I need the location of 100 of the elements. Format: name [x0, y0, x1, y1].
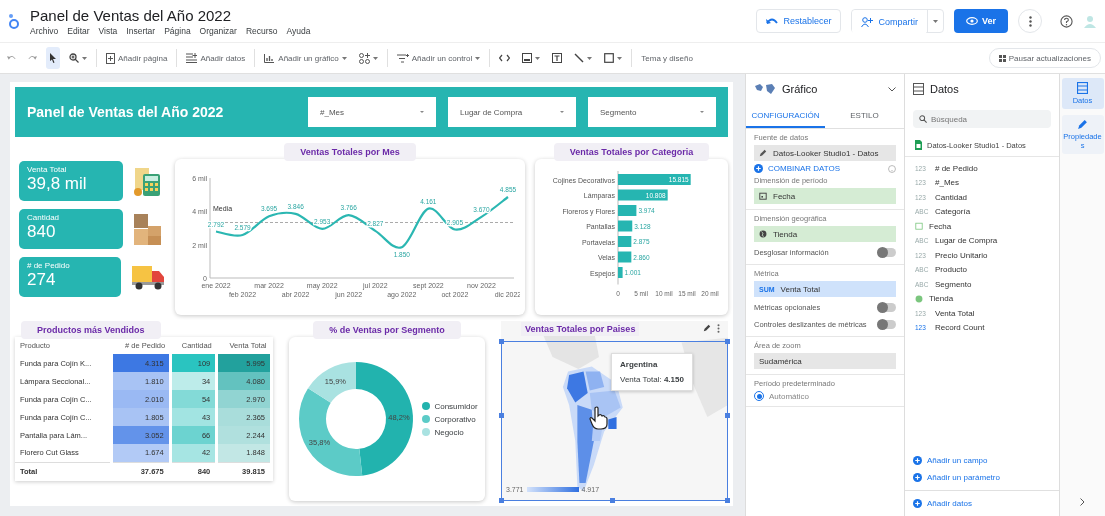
menu-item[interactable]: Ayuda: [286, 25, 311, 36]
data-source-chip[interactable]: Datos-Looker Studio1 - Datos: [754, 145, 896, 161]
menu-item[interactable]: Organizar: [199, 25, 237, 36]
menu-item[interactable]: Página: [164, 25, 191, 36]
panel-title: Gráfico: [782, 83, 819, 95]
add-data-icon: [186, 53, 198, 63]
search-field[interactable]: Búsqueda: [913, 110, 1051, 128]
resize-handle[interactable]: [725, 413, 730, 419]
pause-icon: [998, 54, 1006, 62]
map-chart-icon: [754, 83, 776, 95]
add-circle-icon: [913, 456, 922, 465]
add-data-button[interactable]: Añadir datos: [183, 47, 249, 69]
bar: [617, 251, 631, 263]
legend-dot: [422, 402, 431, 410]
table-title: Productos más Vendidos: [21, 321, 161, 339]
add-person-icon: [861, 17, 874, 27]
add-control-button[interactable]: Añadir un control: [393, 47, 484, 69]
field-item[interactable]: Lugar de Compra: [935, 233, 998, 248]
globe-icon: [915, 294, 923, 303]
bar: [617, 267, 623, 278]
undo-icon: [766, 17, 779, 25]
legend-label: Negocio: [434, 427, 464, 437]
add-data-link[interactable]: Añadir datos: [927, 499, 972, 508]
report-title[interactable]: Panel de Ventas del Año 2022: [30, 6, 747, 24]
menu-item[interactable]: Recurso: [245, 25, 278, 36]
resize-handle[interactable]: [499, 413, 504, 419]
add-circle-icon: [754, 164, 763, 173]
resize-handle[interactable]: [610, 498, 615, 503]
kpi-label: Venta Total: [27, 165, 68, 174]
field-item[interactable]: # de Pedido: [935, 161, 978, 176]
chip-label: Tienda: [773, 229, 798, 239]
legend-label: Consumidor: [434, 401, 478, 411]
filter-dropdown[interactable]: #_Mes: [308, 97, 436, 127]
caret-icon: [341, 56, 347, 60]
more-icon: [717, 324, 720, 333]
field-item[interactable]: Segmento: [935, 277, 972, 292]
grid-plus-icon: [358, 52, 370, 64]
filter-dropdown[interactable]: Lugar de Compra: [448, 97, 576, 127]
collapse-button[interactable]: [1080, 498, 1085, 506]
field-item[interactable]: Record Count: [935, 320, 985, 335]
resize-handle[interactable]: [499, 339, 504, 344]
menu-item[interactable]: Insertar: [126, 25, 156, 36]
date-dimension-chip[interactable]: Fecha: [754, 188, 896, 204]
toggle-switch[interactable]: [878, 302, 896, 312]
field-item[interactable]: Cantidad: [935, 190, 968, 205]
reset-button[interactable]: Restablecer: [756, 9, 842, 33]
add-page-icon: [106, 52, 115, 64]
search-icon: [919, 115, 927, 123]
field-item[interactable]: Categoría: [935, 204, 971, 219]
calendar-icon: [759, 192, 767, 200]
chart-title: Ventas Totales por Paises: [521, 322, 640, 336]
kpi-label: # de Pedido: [27, 261, 71, 270]
share-button[interactable]: Compartir: [852, 10, 927, 34]
more-icon: [1028, 15, 1032, 27]
zoom-area-field[interactable]: Sudamérica: [754, 353, 896, 369]
add-link[interactable]: Añadir un campo: [927, 456, 988, 465]
boxes-icon: [133, 212, 163, 246]
help-button[interactable]: [1060, 14, 1073, 28]
resize-handle[interactable]: [499, 498, 504, 503]
geo-dimension-chip[interactable]: Tienda: [754, 226, 896, 242]
banner-title: Panel de Ventas del Año 2022: [27, 104, 225, 120]
field-item[interactable]: Venta Total: [935, 306, 975, 321]
zoom-icon: [69, 53, 79, 63]
select-tool-button[interactable]: [46, 47, 60, 69]
pencil-icon: [703, 324, 711, 332]
panel-tab[interactable]: ESTILO: [825, 104, 904, 128]
add-circle-icon: [913, 499, 922, 508]
legend-dot: [422, 428, 431, 436]
field-item[interactable]: Producto: [935, 262, 968, 277]
code-icon: [499, 54, 511, 62]
add-page-button[interactable]: Añadir página: [103, 47, 171, 69]
caret-icon: [700, 111, 704, 113]
toggle-switch[interactable]: [878, 247, 896, 257]
field-item[interactable]: Fecha: [929, 219, 952, 234]
menu-item[interactable]: Editar: [67, 25, 90, 36]
add-chart-button[interactable]: Añadir un gráfico: [261, 47, 350, 69]
menu-item[interactable]: Archivo: [30, 25, 59, 36]
view-button[interactable]: Ver: [954, 9, 1008, 33]
add-circle-icon: [913, 473, 922, 482]
filter-dropdown[interactable]: Segmento: [588, 97, 716, 127]
add-link[interactable]: Añadir un parámetro: [927, 473, 1000, 482]
caret-icon: [617, 56, 623, 60]
menu-item[interactable]: Vista: [98, 25, 118, 36]
resize-handle[interactable]: [725, 339, 730, 344]
field-item[interactable]: Tienda: [929, 291, 954, 306]
radio-label: Automático: [769, 391, 810, 401]
caret-icon: [420, 111, 424, 113]
resize-handle[interactable]: [725, 498, 730, 503]
field-item[interactable]: Precio Unitario: [935, 248, 988, 263]
field-item[interactable]: #_Mes: [935, 175, 959, 190]
panel-tab[interactable]: CONFIGURACIÓN: [746, 104, 825, 128]
blend-data-link[interactable]: COMBINAR DATOS: [768, 164, 841, 173]
add-chart-icon: [264, 53, 276, 63]
kpi-value: 274: [27, 270, 57, 290]
toggle-switch[interactable]: [878, 319, 896, 329]
undo-icon: [7, 54, 16, 62]
sheet-icon: [915, 140, 922, 150]
app-logo-icon: [8, 13, 20, 29]
theme-button[interactable]: Tema y diseño: [638, 47, 696, 69]
bar: [617, 205, 636, 216]
